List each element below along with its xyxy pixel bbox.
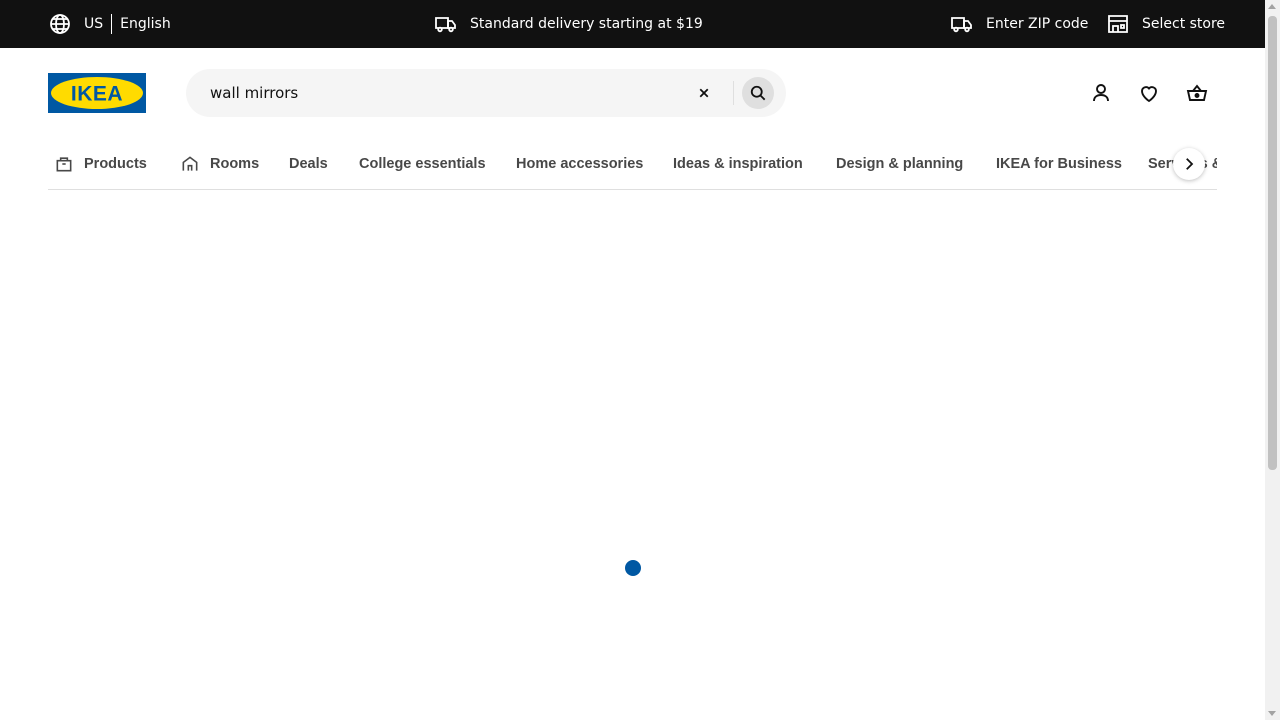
nav-item-ikea-for-business[interactable]: IKEA for Business bbox=[996, 140, 1122, 188]
ikea-logo-mark: IKEA bbox=[48, 73, 146, 113]
nav-scroll-next-button[interactable] bbox=[1173, 148, 1205, 180]
nav-label-design-planning: Design & planning bbox=[836, 156, 964, 172]
nav-item-products[interactable]: Products bbox=[54, 140, 147, 188]
chevron-right-icon bbox=[1186, 158, 1194, 170]
scroll-down-arrow[interactable] bbox=[1268, 711, 1276, 716]
search-input[interactable] bbox=[210, 69, 670, 117]
store-icon bbox=[1108, 15, 1128, 33]
zip-code-button[interactable]: Enter ZIP code bbox=[950, 0, 1088, 48]
truck-icon bbox=[435, 17, 456, 33]
close-icon bbox=[699, 88, 709, 98]
account-button[interactable] bbox=[1089, 81, 1113, 105]
delivery-text: Standard delivery starting at $19 bbox=[470, 16, 703, 32]
favourites-button[interactable] bbox=[1137, 81, 1161, 105]
top-bar: US English Standard delivery starting at… bbox=[0, 0, 1265, 48]
home-icon bbox=[182, 156, 198, 171]
nav-label-deals: Deals bbox=[289, 156, 328, 172]
nav-label-ikea-for-business: IKEA for Business bbox=[996, 156, 1122, 172]
country-label: US bbox=[84, 16, 104, 32]
scroll-up-arrow[interactable] bbox=[1268, 4, 1276, 9]
heart-icon bbox=[1141, 86, 1157, 103]
nav-item-design-planning[interactable]: Design & planning bbox=[836, 140, 963, 188]
main-navigation: Products Rooms Deals College essentials … bbox=[48, 140, 1217, 190]
clear-search-button[interactable] bbox=[692, 81, 716, 105]
ikea-logo[interactable]: IKEA bbox=[48, 73, 146, 113]
select-store-button[interactable]: Select store bbox=[1106, 0, 1225, 48]
page-scrollbar[interactable] bbox=[1265, 0, 1280, 720]
nav-label-products: Products bbox=[84, 156, 147, 172]
cart-button[interactable] bbox=[1185, 81, 1209, 105]
scrollbar-thumb[interactable] bbox=[1268, 16, 1277, 470]
search-icon bbox=[750, 85, 766, 101]
nav-item-college-essentials[interactable]: College essentials bbox=[359, 140, 486, 188]
language-label: English bbox=[120, 16, 171, 32]
search-bar bbox=[186, 69, 786, 117]
locale-selector[interactable]: US English bbox=[48, 0, 171, 48]
delivery-info[interactable]: Standard delivery starting at $19 bbox=[434, 0, 703, 48]
basket-icon bbox=[1186, 84, 1208, 101]
globe-icon bbox=[50, 14, 70, 34]
nav-label-ideas-inspiration: Ideas & inspiration bbox=[673, 156, 803, 172]
locale-separator bbox=[111, 14, 113, 34]
truck-icon bbox=[951, 17, 972, 33]
nav-item-deals[interactable]: Deals bbox=[289, 140, 328, 188]
select-store-label: Select store bbox=[1142, 16, 1226, 32]
shopping-bag-icon bbox=[56, 157, 72, 172]
nav-item-ideas-inspiration[interactable]: Ideas & inspiration bbox=[673, 140, 803, 188]
nav-item-home-accessories[interactable]: Home accessories bbox=[516, 140, 643, 188]
nav-label-rooms: Rooms bbox=[210, 156, 260, 172]
zip-code-label: Enter ZIP code bbox=[986, 16, 1089, 32]
search-button[interactable] bbox=[742, 77, 774, 109]
nav-label-home-accessories: Home accessories bbox=[516, 156, 644, 172]
loading-indicator bbox=[625, 560, 641, 576]
nav-item-rooms[interactable]: Rooms bbox=[180, 140, 259, 188]
logo-text: IKEA bbox=[71, 83, 123, 106]
user-icon bbox=[1093, 84, 1109, 102]
nav-label-college-essentials: College essentials bbox=[359, 156, 486, 172]
search-divider bbox=[733, 81, 734, 105]
